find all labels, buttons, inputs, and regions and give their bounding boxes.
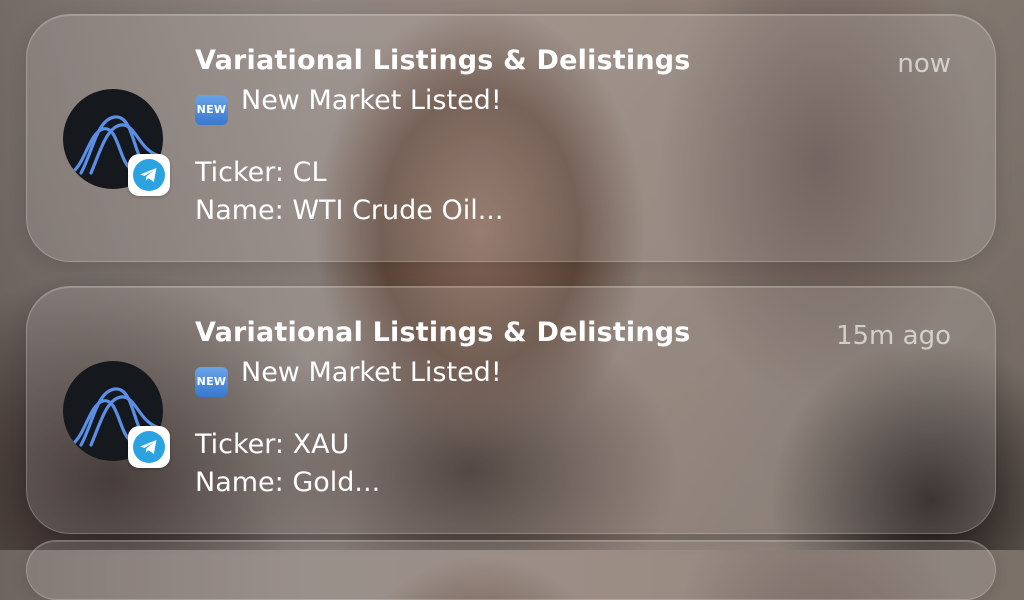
notification-timestamp: now xyxy=(897,49,951,79)
telegram-icon xyxy=(128,154,170,196)
telegram-icon xyxy=(128,426,170,468)
notification-card-partial[interactable] xyxy=(26,540,996,600)
notification-card[interactable]: Variational Listings & Delistings 15m ag… xyxy=(26,286,996,534)
notification-app-title: Variational Listings & Delistings xyxy=(195,45,691,76)
notification-timestamp: 15m ago xyxy=(835,321,951,351)
notification-ticker: Ticker: CL xyxy=(195,157,327,188)
new-emoji-icon: NEW xyxy=(195,95,228,125)
notification-market-name: Name: WTI Crude Oil... xyxy=(195,195,504,226)
new-emoji-icon: NEW xyxy=(195,367,228,397)
notification-ticker: Ticker: XAU xyxy=(195,429,350,460)
notification-headline: NEW New Market Listed! xyxy=(195,357,502,397)
notification-headline: NEW New Market Listed! xyxy=(195,85,502,125)
notification-market-name: Name: Gold... xyxy=(195,467,381,498)
notification-app-title: Variational Listings & Delistings xyxy=(195,317,691,348)
headline-text: New Market Listed! xyxy=(241,85,502,116)
headline-text: New Market Listed! xyxy=(241,357,502,388)
notification-card[interactable]: Variational Listings & Delistings now NE… xyxy=(26,14,996,262)
